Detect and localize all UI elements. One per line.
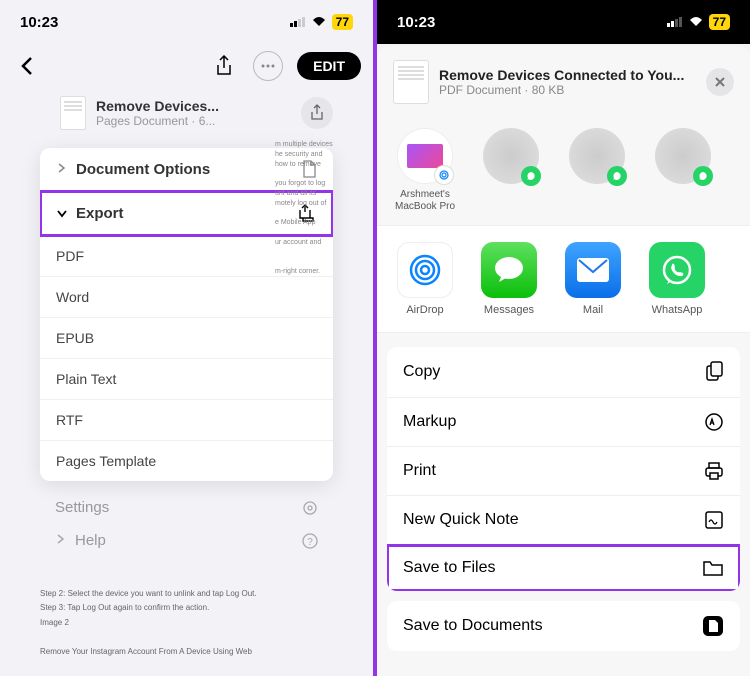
edit-button[interactable]: EDIT — [297, 52, 361, 80]
app-airdrop[interactable]: AirDrop — [395, 242, 455, 316]
whatsapp-icon — [611, 170, 623, 182]
folder-icon — [702, 559, 724, 577]
contact-macbook[interactable]: Arshmeet's MacBook Pro — [393, 128, 457, 213]
share-title: Remove Devices Connected to You... — [439, 67, 696, 83]
background-text: m multiple devices he security and how t… — [275, 140, 365, 277]
actions-list-2: Save to Documents — [387, 601, 740, 651]
chevron-right-icon — [55, 533, 65, 545]
contact-item[interactable] — [479, 128, 543, 213]
export-epub[interactable]: EPUB — [40, 318, 333, 359]
close-icon — [714, 76, 726, 88]
markup-icon — [704, 412, 724, 432]
signal-icon — [290, 17, 306, 27]
export-rtf[interactable]: RTF — [40, 400, 333, 441]
nav-bar: EDIT — [0, 44, 373, 88]
export-word[interactable]: Word — [40, 277, 333, 318]
wifi-icon — [311, 16, 327, 28]
share-thumbnail — [393, 60, 429, 104]
whatsapp-icon — [659, 252, 695, 288]
share-meta: PDF Document · 80 KB — [439, 83, 696, 97]
apps-row: AirDrop Messages Mail WhatsApp — [377, 226, 750, 333]
copy-icon — [704, 361, 724, 383]
airdrop-icon — [438, 169, 450, 181]
menu-help[interactable]: Help ? — [55, 524, 318, 557]
share-header: Remove Devices Connected to You... PDF D… — [377, 46, 750, 118]
whatsapp-icon — [525, 170, 537, 182]
status-icons: 77 — [290, 14, 353, 30]
svg-text:?: ? — [307, 537, 313, 548]
help-icon: ? — [302, 533, 318, 549]
gear-icon — [302, 500, 318, 516]
actions-list: Copy Markup Print New Quick Note Save to… — [387, 347, 740, 591]
share-sheet: Remove Devices Connected to You... PDF D… — [377, 46, 750, 676]
status-time: 10:23 — [20, 14, 58, 31]
contact-item[interactable] — [565, 128, 629, 213]
phone-left: 10:23 77 EDIT Remove Devices... Pages Do… — [0, 0, 373, 676]
ellipsis-icon — [261, 64, 275, 68]
action-save-to-documents[interactable]: Save to Documents — [387, 601, 740, 651]
status-bar: 10:23 77 — [377, 0, 750, 44]
doc-meta: Pages Document · 6... — [96, 114, 291, 128]
back-button[interactable] — [12, 51, 42, 81]
battery-indicator: 77 — [709, 14, 730, 30]
action-markup[interactable]: Markup — [387, 398, 740, 447]
action-copy[interactable]: Copy — [387, 347, 740, 398]
doc-header: Remove Devices... Pages Document · 6... — [0, 88, 373, 138]
status-bar: 10:23 77 — [0, 0, 373, 44]
below-menu: Settings Help ? — [0, 481, 373, 567]
mail-icon — [575, 256, 611, 284]
footer-text: Step 2: Select the device you want to un… — [0, 567, 373, 676]
app-messages[interactable]: Messages — [479, 242, 539, 316]
menu-settings[interactable]: Settings — [55, 491, 318, 524]
contacts-row: Arshmeet's MacBook Pro — [377, 118, 750, 226]
doc-share-button[interactable] — [301, 97, 333, 129]
action-save-to-files[interactable]: Save to Files — [387, 545, 740, 591]
chevron-down-icon — [56, 208, 68, 218]
battery-indicator: 77 — [332, 14, 353, 30]
action-new-quick-note[interactable]: New Quick Note — [387, 496, 740, 545]
status-time: 10:23 — [397, 14, 435, 31]
chevron-left-icon — [20, 56, 34, 76]
airdrop-icon — [405, 250, 445, 290]
share-icon — [215, 55, 233, 77]
phone-right: 10:23 77 Remove Devices Connected to You… — [377, 0, 750, 676]
documents-app-icon — [702, 615, 724, 637]
wifi-icon — [688, 16, 704, 28]
more-button[interactable] — [253, 51, 283, 81]
share-icon — [310, 104, 324, 122]
doc-title: Remove Devices... — [96, 98, 291, 114]
signal-icon — [667, 17, 683, 27]
doc-thumbnail — [60, 96, 86, 130]
export-plain-text[interactable]: Plain Text — [40, 359, 333, 400]
contact-item[interactable] — [651, 128, 715, 213]
quick-note-icon — [704, 510, 724, 530]
close-button[interactable] — [706, 68, 734, 96]
messages-icon — [491, 252, 527, 288]
status-icons: 77 — [667, 14, 730, 30]
export-pages-template[interactable]: Pages Template — [40, 441, 333, 481]
print-icon — [704, 461, 724, 481]
app-whatsapp[interactable]: WhatsApp — [647, 242, 707, 316]
share-button[interactable] — [209, 51, 239, 81]
action-print[interactable]: Print — [387, 447, 740, 496]
whatsapp-icon — [697, 170, 709, 182]
chevron-right-icon — [56, 162, 66, 174]
app-mail[interactable]: Mail — [563, 242, 623, 316]
